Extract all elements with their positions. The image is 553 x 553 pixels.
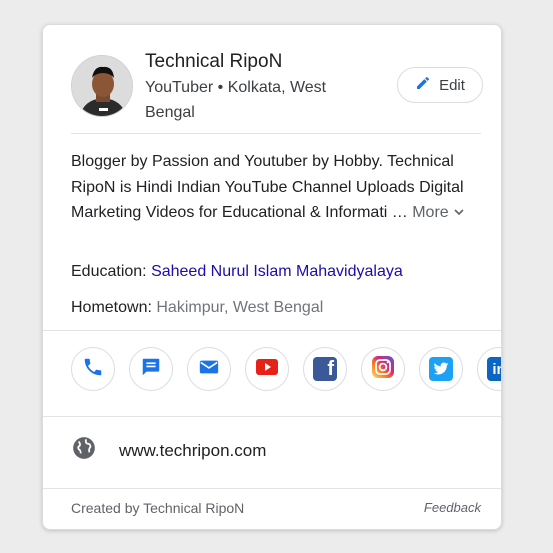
- mail-button[interactable]: [187, 347, 231, 391]
- pencil-icon: [415, 75, 431, 95]
- section-divider: [43, 416, 501, 417]
- profile-name: Technical RipoN: [145, 51, 283, 72]
- description-text: Blogger by Passion and Youtuber by Hobby…: [71, 153, 464, 221]
- facebook-icon: f: [313, 357, 337, 381]
- section-divider: [43, 330, 501, 331]
- knowledge-panel-card: Technical RipoN YouTuber • Kolkata, West…: [42, 24, 502, 530]
- phone-button[interactable]: [71, 347, 115, 391]
- mail-icon: [198, 356, 220, 383]
- more-link[interactable]: More: [412, 204, 465, 221]
- created-by-text: Created by Technical RipoN: [71, 500, 245, 516]
- instagram-icon: [371, 355, 395, 384]
- twitter-button[interactable]: [419, 347, 463, 391]
- profile-avatar[interactable]: [71, 55, 133, 117]
- edit-button[interactable]: Edit: [397, 67, 483, 103]
- website-link[interactable]: www.techripon.com: [119, 441, 266, 461]
- message-icon: [140, 356, 162, 383]
- twitter-icon: [429, 357, 453, 381]
- profile-header: Technical RipoN YouTuber • Kolkata, West…: [43, 25, 501, 133]
- hometown-row: Hometown: Hakimpur, West Bengal: [71, 297, 323, 319]
- facebook-button[interactable]: f: [303, 347, 347, 391]
- header-divider: [71, 133, 481, 134]
- education-link[interactable]: Saheed Nurul Islam Mahavidyalaya: [151, 263, 403, 280]
- feedback-link[interactable]: Feedback: [424, 500, 481, 515]
- linkedin-icon: in: [487, 357, 501, 381]
- hometown-label: Hometown:: [71, 299, 152, 316]
- education-row: Education: Saheed Nurul Islam Mahavidyal…: [71, 261, 403, 283]
- section-divider: [43, 488, 501, 489]
- education-label: Education:: [71, 263, 147, 280]
- phone-icon: [82, 356, 104, 383]
- website-row[interactable]: www.techripon.com: [71, 435, 266, 466]
- linkedin-button[interactable]: in: [477, 347, 501, 391]
- youtube-button[interactable]: [245, 347, 289, 391]
- edit-button-label: Edit: [439, 76, 465, 94]
- message-button[interactable]: [129, 347, 173, 391]
- social-icons-row: f in: [71, 347, 501, 391]
- globe-icon: [71, 435, 97, 466]
- chevron-down-icon: [453, 204, 465, 221]
- hometown-value: Hakimpur, West Bengal: [156, 299, 324, 316]
- youtube-icon: [255, 356, 279, 383]
- profile-description: Blogger by Passion and Youtuber by Hobby…: [71, 149, 481, 226]
- profile-subtitle: YouTuber • Kolkata, West Bengal: [145, 79, 327, 121]
- instagram-button[interactable]: [361, 347, 405, 391]
